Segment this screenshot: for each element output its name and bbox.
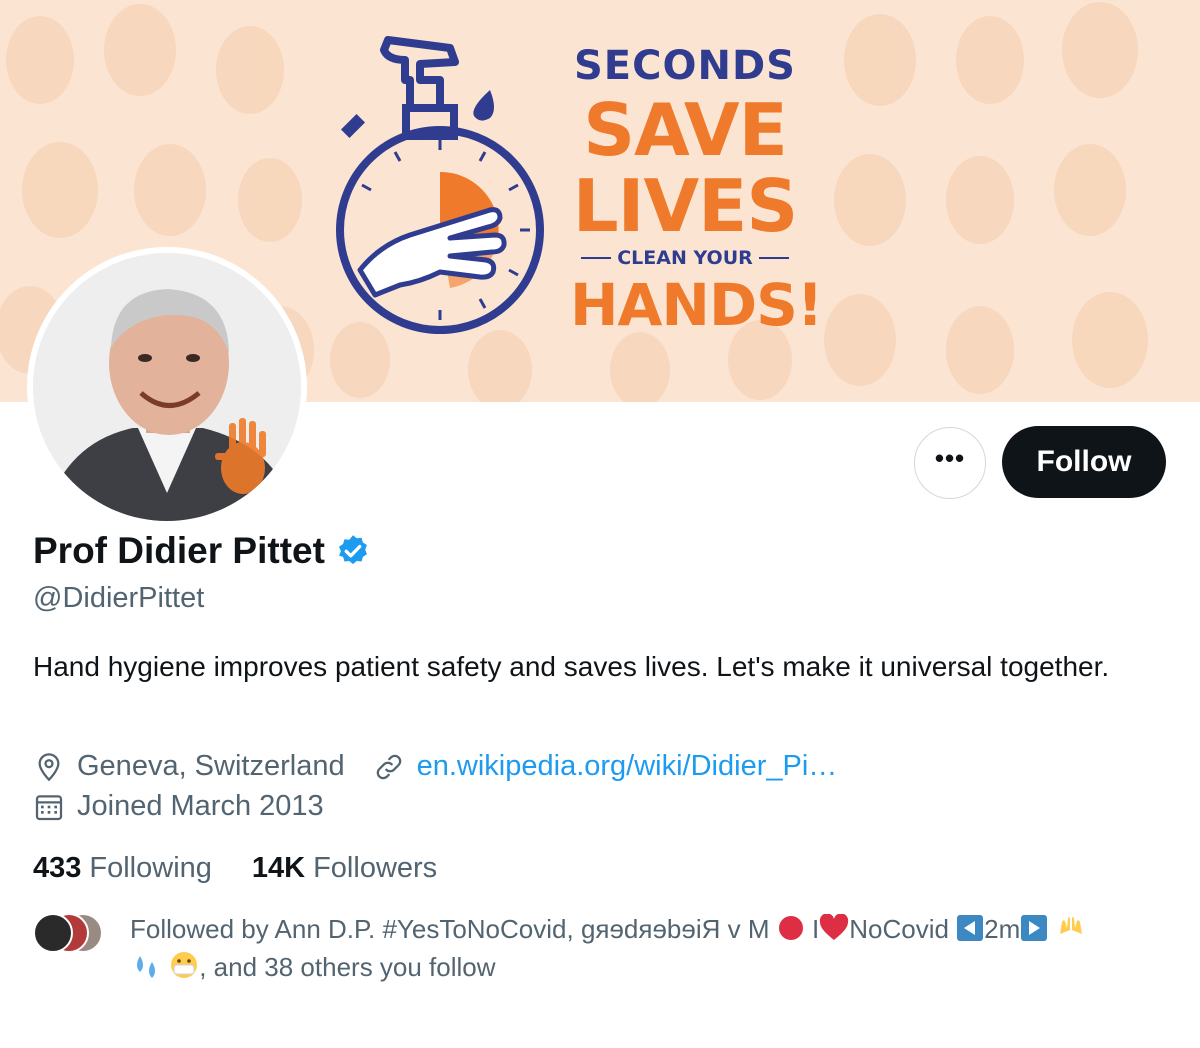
divider xyxy=(581,257,612,259)
followers-count: 14K xyxy=(251,852,306,884)
followers-label: Followers xyxy=(313,852,438,884)
right-arrow-box-icon xyxy=(1020,914,1048,950)
heart-icon xyxy=(819,913,849,950)
profile-website-link[interactable]: en.wikipedia.org/wiki/Didier_Pi… xyxy=(417,750,838,783)
profile-meta-row: Geneva, Switzerland en.wikipedia.org/wik… xyxy=(33,750,837,783)
calendar-icon xyxy=(33,791,65,823)
following-stat[interactable]: 433 Following xyxy=(33,852,212,885)
banner-line-hands: HANDS! xyxy=(570,271,823,339)
map-pin-icon xyxy=(33,751,65,783)
banner-line-seconds: SECONDS xyxy=(574,43,796,89)
user-handle: @DidierPittet xyxy=(33,582,205,614)
profile-joined-row: Joined March 2013 xyxy=(33,790,324,823)
following-count: 433 xyxy=(33,852,82,884)
profile-avatar[interactable] xyxy=(27,247,307,527)
avatar-photo xyxy=(33,253,301,521)
verified-badge-icon[interactable] xyxy=(335,533,371,569)
name-row: Prof Didier Pittet xyxy=(33,530,371,572)
avatar xyxy=(33,913,73,953)
profile-joined-date: Joined March 2013 xyxy=(77,790,324,822)
following-label: Following xyxy=(89,852,212,884)
profile-location: Geneva, Switzerland xyxy=(77,750,345,782)
sweat-droplets-icon xyxy=(130,952,162,988)
followers-stat[interactable]: 14K Followers xyxy=(252,852,437,885)
followed-by-part4: 2m xyxy=(984,914,1021,944)
banner-line-clean: CLEAN YOUR xyxy=(570,244,800,272)
follow-button[interactable]: Follow xyxy=(1002,426,1166,498)
banner-slogan: SECONDS SAVE LIVES CLEAN YOUR HANDS! xyxy=(570,40,823,339)
face-with-mask-icon xyxy=(169,950,199,988)
profile-bio: Hand hygiene improves patient safety and… xyxy=(33,651,1110,682)
link-icon xyxy=(373,751,405,783)
left-arrow-box-icon xyxy=(956,914,984,950)
more-options-button[interactable]: ••• xyxy=(914,427,986,499)
red-circle-icon xyxy=(777,914,805,950)
display-name: Prof Didier Pittet xyxy=(33,530,325,571)
banner-line-save: SAVE xyxy=(583,88,788,172)
followed-by-avatars[interactable] xyxy=(33,913,113,953)
raised-hands-icon xyxy=(1056,914,1086,950)
followed-by-prefix: Followed by Ann D.P. #YesToNoCovid, ɡяɘd… xyxy=(130,914,770,944)
followed-by-suffix: , and 38 others you follow xyxy=(199,952,496,982)
followed-by-part3: NoCovid xyxy=(849,914,949,944)
banner-line-clean-text: CLEAN YOUR xyxy=(617,247,753,269)
banner-line-lives: LIVES xyxy=(572,164,798,248)
followed-by-text[interactable]: Followed by Ann D.P. #YesToNoCovid, ɡяɘd… xyxy=(130,913,1160,988)
follow-stats: 433 Following 14K Followers xyxy=(33,852,477,885)
more-icon: ••• xyxy=(934,443,966,473)
divider xyxy=(758,257,789,259)
followed-by-part2: I xyxy=(811,914,820,944)
